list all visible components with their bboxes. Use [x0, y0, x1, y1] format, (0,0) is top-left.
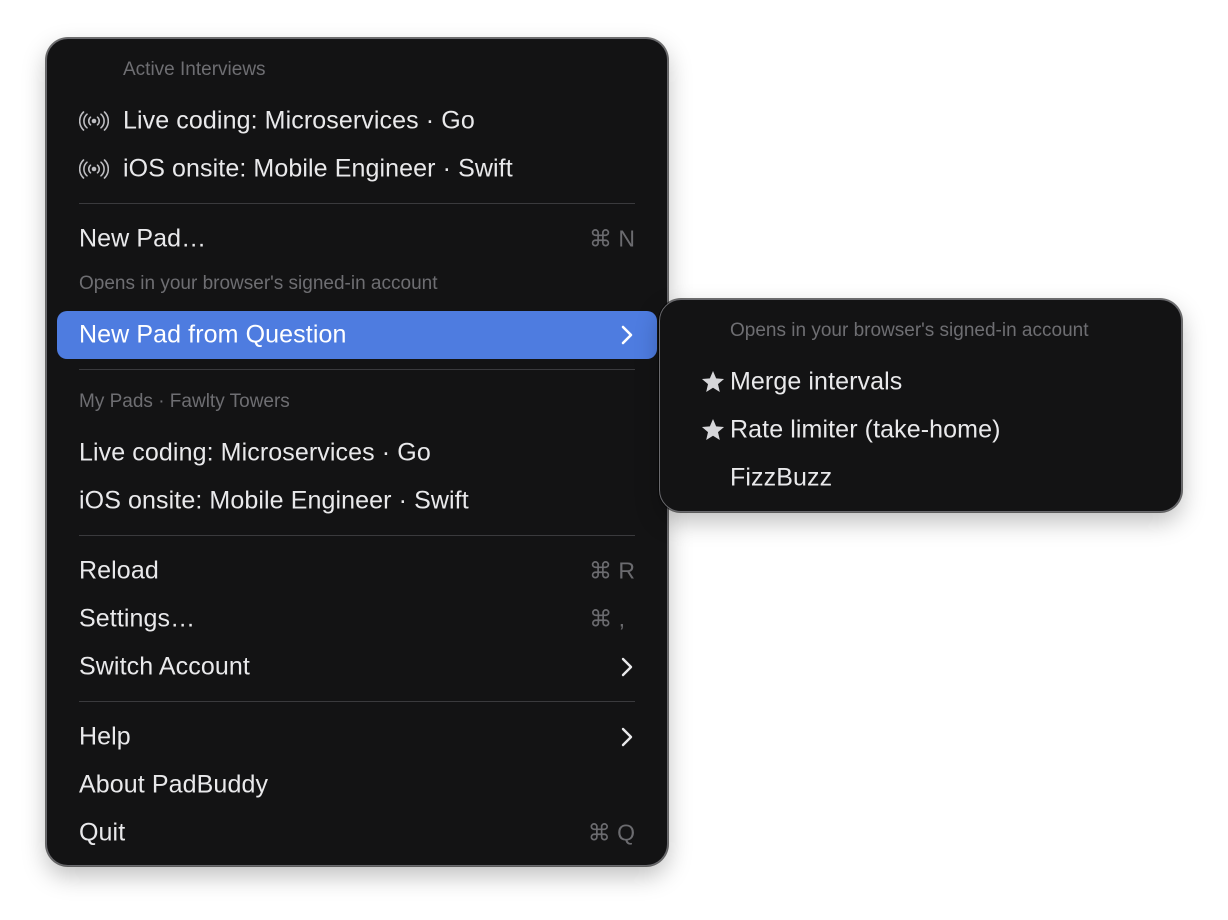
question-submenu: Opens in your browser's signed-in accoun…	[659, 299, 1182, 512]
keyboard-shortcut: ⌘ Q	[587, 819, 635, 846]
menu-item-label: About PadBuddy	[79, 770, 269, 799]
question-item[interactable]: Merge intervals	[670, 358, 1171, 406]
menu-item-label: iOS onsite: Mobile Engineer · Swift	[123, 154, 513, 183]
submenu-note: Opens in your browser's signed-in accoun…	[730, 320, 1089, 341]
chevron-right-icon	[621, 325, 633, 345]
menu-item-label: Rate limiter (take-home)	[730, 415, 1001, 444]
quit-item[interactable]: Quit ⌘ Q	[57, 809, 657, 857]
reload-item[interactable]: Reload ⌘ R	[57, 547, 657, 595]
menu-item-label: Merge intervals	[730, 367, 903, 396]
new-pad-from-question-item[interactable]: New Pad from Question	[57, 311, 657, 359]
menu-item-label: Live coding: Microservices · Go	[123, 106, 475, 135]
help-item[interactable]: Help	[57, 713, 657, 761]
section-header-my-pads: My Pads · Fawlty Towers	[79, 391, 290, 412]
chevron-right-icon	[621, 727, 633, 747]
active-interview-item[interactable]: iOS onsite: Mobile Engineer · Swift	[57, 145, 657, 193]
keyboard-shortcut: ⌘ ,	[589, 605, 625, 632]
menu-item-label: New Pad…	[79, 224, 207, 253]
menu-separator	[79, 535, 635, 536]
question-item[interactable]: FizzBuzz	[670, 454, 1171, 502]
keyboard-shortcut: ⌘ N	[589, 225, 635, 252]
settings-item[interactable]: Settings… ⌘ ,	[57, 595, 657, 643]
menu-item-label: Quit	[79, 818, 126, 847]
my-pad-item[interactable]: Live coding: Microservices · Go	[57, 429, 657, 477]
active-interview-item[interactable]: Live coding: Microservices · Go	[57, 97, 657, 145]
menu-separator	[79, 203, 635, 204]
menu-separator	[79, 369, 635, 370]
menu-item-label: Reload	[79, 556, 159, 585]
main-menu: Active Interviews Live coding: Microserv…	[46, 38, 668, 866]
broadcast-icon	[79, 111, 109, 131]
menu-item-label: Help	[79, 722, 131, 751]
about-item[interactable]: About PadBuddy	[57, 761, 657, 809]
menu-separator	[79, 701, 635, 702]
menu-item-label: Settings…	[79, 604, 196, 633]
star-icon	[701, 370, 725, 392]
chevron-right-icon	[621, 657, 633, 677]
menu-item-label: FizzBuzz	[730, 463, 833, 492]
switch-account-item[interactable]: Switch Account	[57, 643, 657, 691]
menu-item-label: Live coding: Microservices · Go	[79, 438, 431, 467]
my-pad-item[interactable]: iOS onsite: Mobile Engineer · Swift	[57, 477, 657, 525]
menu-item-label: iOS onsite: Mobile Engineer · Swift	[79, 486, 469, 515]
broadcast-icon	[79, 159, 109, 179]
menu-item-label: New Pad from Question	[79, 320, 347, 349]
keyboard-shortcut: ⌘ R	[589, 557, 635, 584]
menu-item-label: Switch Account	[79, 652, 250, 681]
new-pad-note: Opens in your browser's signed-in accoun…	[79, 273, 438, 294]
section-header-active-interviews: Active Interviews	[123, 59, 266, 80]
star-icon	[701, 418, 725, 440]
new-pad-item[interactable]: New Pad… ⌘ N	[57, 215, 657, 263]
question-item[interactable]: Rate limiter (take-home)	[670, 406, 1171, 454]
